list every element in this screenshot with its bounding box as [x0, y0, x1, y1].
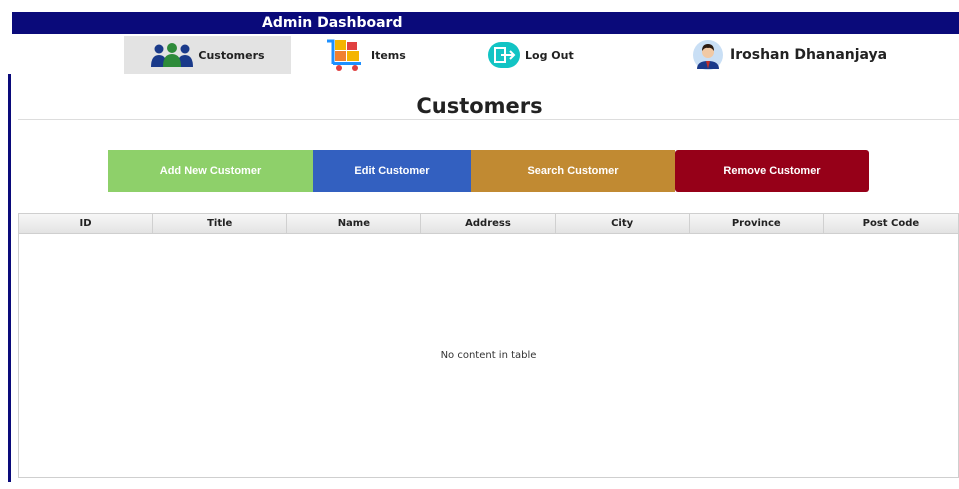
- page-title: Customers: [416, 94, 543, 118]
- boxes-cart-icon: [325, 38, 367, 72]
- window-title: Admin Dashboard: [262, 15, 403, 31]
- nav-logout[interactable]: Log Out: [487, 36, 574, 74]
- edit-customer-button[interactable]: Edit Customer: [313, 150, 471, 192]
- table-header: ID Title Name Address City Province Post…: [19, 214, 958, 234]
- avatar-icon: [690, 39, 726, 71]
- customers-table[interactable]: ID Title Name Address City Province Post…: [18, 213, 959, 478]
- users-icon: [150, 43, 194, 67]
- user-name: Iroshan Dhananjaya: [730, 47, 888, 63]
- nav-user[interactable]: Iroshan Dhananjaya: [690, 36, 887, 74]
- nav-customers[interactable]: Customers: [124, 36, 291, 74]
- column-header-province[interactable]: Province: [690, 214, 824, 233]
- search-customer-button[interactable]: Search Customer: [471, 150, 675, 192]
- add-customer-button[interactable]: Add New Customer: [108, 150, 313, 192]
- column-header-address[interactable]: Address: [421, 214, 556, 233]
- column-header-name[interactable]: Name: [287, 214, 422, 233]
- remove-customer-button[interactable]: Remove Customer: [675, 150, 869, 192]
- column-header-id[interactable]: ID: [19, 214, 154, 233]
- nav-logout-label: Log Out: [525, 48, 574, 62]
- column-header-city[interactable]: City: [556, 214, 690, 233]
- left-border: [8, 74, 11, 482]
- title-bar: Admin Dashboard: [12, 12, 959, 34]
- title-divider: [18, 119, 959, 120]
- nav-customers-label: Customers: [198, 48, 265, 62]
- nav-items[interactable]: Items: [325, 36, 406, 74]
- empty-table-message: No content in table: [440, 350, 537, 361]
- logout-icon: [487, 40, 521, 70]
- column-header-post-code[interactable]: Post Code: [824, 214, 958, 233]
- nav-items-label: Items: [371, 48, 406, 62]
- column-header-title[interactable]: Title: [153, 214, 288, 233]
